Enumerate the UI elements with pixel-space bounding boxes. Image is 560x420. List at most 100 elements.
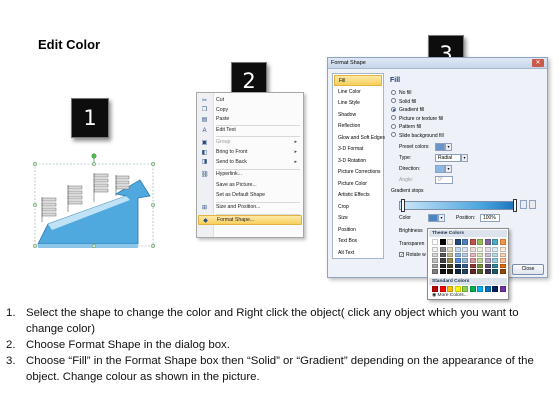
context-menu-item-hyperlink[interactable]: ⛓ Hyperlink... (198, 170, 302, 180)
theme-shade-swatch[interactable] (439, 269, 446, 274)
theme-shade-swatch[interactable] (469, 269, 476, 274)
category-alt-text[interactable]: Alt Text (334, 248, 382, 259)
context-menu-item-copy[interactable]: ❐ Copy (198, 106, 302, 116)
theme-shade-swatch[interactable] (477, 252, 483, 257)
rotate-with-shape-checkbox[interactable]: ✓ Rotate w (399, 251, 426, 259)
direction-button[interactable] (435, 165, 445, 173)
category-crop[interactable]: Crop (334, 202, 382, 213)
theme-shade-swatch[interactable] (469, 258, 476, 263)
selected-shape-preview[interactable] (30, 152, 160, 252)
position-input[interactable]: 100% (480, 214, 500, 222)
context-menu-item-set-as-default-shape[interactable]: Set as Default Shape (198, 191, 302, 201)
theme-color-swatch[interactable] (439, 239, 446, 245)
category-line-style[interactable]: Line Style (334, 98, 382, 109)
context-menu-item-edit-text[interactable]: A Edit Text (198, 126, 302, 136)
theme-shade-swatch[interactable] (439, 258, 446, 263)
theme-shade-swatch[interactable] (454, 247, 461, 252)
standard-color-swatch[interactable] (477, 286, 483, 292)
theme-shade-swatch[interactable] (432, 269, 438, 274)
context-menu-item-group[interactable]: ▣ Group ▸ (198, 138, 302, 148)
radio-button-icon[interactable] (391, 132, 396, 138)
theme-shade-swatch[interactable] (484, 263, 491, 268)
theme-shade-swatch[interactable] (439, 247, 446, 252)
theme-shade-swatch[interactable] (454, 263, 461, 268)
theme-shade-swatch[interactable] (477, 258, 483, 263)
type-dropdown-icon[interactable]: ▾ (461, 154, 468, 162)
theme-shade-swatch[interactable] (492, 252, 498, 257)
standard-color-swatch[interactable] (492, 286, 498, 292)
radio-button-icon[interactable] (391, 123, 396, 129)
radio-no-fill[interactable]: No fill (391, 89, 412, 97)
theme-shade-swatch[interactable] (462, 263, 468, 268)
close-button[interactable]: Close (512, 264, 544, 275)
standard-color-swatch[interactable] (469, 286, 476, 292)
radio-solid-fill[interactable]: Solid fill (391, 98, 416, 106)
theme-shade-swatch[interactable] (499, 269, 506, 274)
theme-shade-swatch[interactable] (447, 252, 453, 257)
context-menu-item-format-shape[interactable]: ◆ Format Shape... (198, 215, 302, 225)
theme-shade-swatch[interactable] (432, 247, 438, 252)
category-size[interactable]: Size (334, 213, 382, 224)
gradient-stop-1[interactable] (401, 199, 405, 212)
direction-dropdown-icon[interactable]: ▾ (445, 165, 452, 173)
theme-shade-swatch[interactable] (462, 269, 468, 274)
more-colors-link[interactable]: ◉ More Colors... (432, 292, 468, 299)
category-artistic-effects[interactable]: Artistic Effects (334, 190, 382, 201)
theme-shade-swatch[interactable] (492, 258, 498, 263)
type-select[interactable]: Radial (435, 154, 461, 162)
theme-color-swatch[interactable] (499, 239, 506, 245)
radio-button-icon[interactable] (391, 98, 396, 104)
theme-shade-swatch[interactable] (484, 258, 491, 263)
remove-stop-button[interactable] (529, 200, 536, 209)
theme-shade-swatch[interactable] (454, 269, 461, 274)
theme-shade-swatch[interactable] (477, 247, 483, 252)
add-stop-button[interactable] (520, 200, 527, 209)
theme-color-swatch[interactable] (492, 239, 498, 245)
theme-shade-swatch[interactable] (492, 247, 498, 252)
theme-color-swatch[interactable] (462, 239, 468, 245)
theme-shade-swatch[interactable] (447, 263, 453, 268)
theme-shade-swatch[interactable] (499, 252, 506, 257)
theme-shade-swatch[interactable] (484, 269, 491, 274)
theme-shade-swatch[interactable] (454, 258, 461, 263)
context-menu-item-size-and-position[interactable]: ⊞ Size and Position... (198, 203, 302, 213)
theme-shade-swatch[interactable] (484, 252, 491, 257)
context-menu-item-bring-to-front[interactable]: ◧ Bring to Front ▸ (198, 148, 302, 158)
dialog-titlebar[interactable]: Format Shape ✕ (328, 58, 547, 69)
category-3-d-rotation[interactable]: 3-D Rotation (334, 156, 382, 167)
context-menu-item-cut[interactable]: ✂ Cut (198, 96, 302, 106)
category-position[interactable]: Position (334, 225, 382, 236)
standard-color-swatch[interactable] (447, 286, 453, 292)
theme-shade-swatch[interactable] (462, 258, 468, 263)
standard-color-swatch[interactable] (484, 286, 491, 292)
theme-color-swatch[interactable] (432, 239, 438, 245)
category-shadow[interactable]: Shadow (334, 110, 382, 121)
radio-gradient-fill[interactable]: Gradient fill (391, 106, 424, 114)
theme-shade-swatch[interactable] (462, 252, 468, 257)
color-button[interactable] (428, 214, 438, 222)
context-menu-item-send-to-back[interactable]: ◨ Send to Back ▸ (198, 158, 302, 168)
category-text-box[interactable]: Text Box (334, 236, 382, 247)
theme-shade-swatch[interactable] (469, 263, 476, 268)
theme-shade-swatch[interactable] (454, 252, 461, 257)
theme-color-swatch[interactable] (469, 239, 476, 245)
category-3-d-format[interactable]: 3-D Format (334, 144, 382, 155)
theme-shade-swatch[interactable] (499, 263, 506, 268)
gradient-stop-2[interactable] (513, 199, 517, 212)
theme-shade-swatch[interactable] (439, 263, 446, 268)
category-picture-corrections[interactable]: Picture Corrections (334, 167, 382, 178)
context-menu-item-save-as-picture[interactable]: Save as Picture... (198, 181, 302, 191)
theme-shade-swatch[interactable] (432, 263, 438, 268)
theme-color-swatch[interactable] (454, 239, 461, 245)
theme-shade-swatch[interactable] (439, 252, 446, 257)
theme-shade-swatch[interactable] (484, 247, 491, 252)
theme-color-swatch[interactable] (477, 239, 483, 245)
theme-shade-swatch[interactable] (492, 269, 498, 274)
theme-shade-swatch[interactable] (447, 258, 453, 263)
theme-color-swatch[interactable] (447, 239, 453, 245)
standard-color-swatch[interactable] (432, 286, 438, 292)
standard-color-swatch[interactable] (462, 286, 468, 292)
theme-shade-swatch[interactable] (469, 247, 476, 252)
theme-shade-swatch[interactable] (432, 252, 438, 257)
category-reflection[interactable]: Reflection (334, 121, 382, 132)
